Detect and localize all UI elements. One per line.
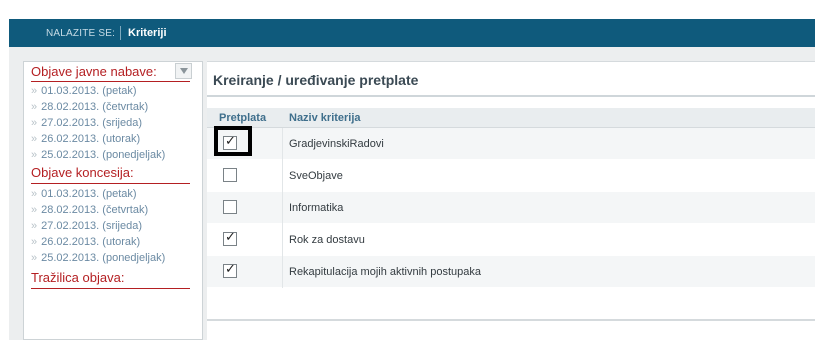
- filter-dropdown-icon[interactable]: [175, 63, 192, 79]
- sidebar-section-title-concessions[interactable]: Objave koncesija:: [31, 165, 134, 180]
- column-header-criteria-name: Naziv kriterija: [289, 112, 361, 124]
- sidebar-date-link[interactable]: » 25.02.2013. (ponedjeljak): [31, 252, 165, 264]
- subscription-checkbox[interactable]: ✓: [223, 262, 237, 278]
- breadcrumb-label: NALAZITE SE:: [46, 28, 116, 39]
- bullet-icon: »: [31, 236, 38, 248]
- criteria-name[interactable]: Rekapitulacija mojih aktivnih postupaka: [289, 266, 481, 278]
- bullet-icon: »: [31, 252, 38, 264]
- breadcrumb-separator: [120, 26, 121, 40]
- checkmark-icon: ✓: [225, 262, 236, 277]
- bullet-icon: »: [31, 149, 38, 161]
- sidebar-date-link[interactable]: » 28.02.2013. (četvrtak): [31, 101, 148, 113]
- bullet-icon: »: [31, 204, 38, 216]
- bullet-icon: »: [31, 85, 38, 97]
- table-header: Pretplata Naziv kriterija: [207, 108, 815, 128]
- table-row: ✓ GradjevinskiRadovi: [207, 126, 815, 160]
- bullet-icon: »: [31, 220, 38, 232]
- criteria-name[interactable]: Rok za dostavu: [289, 234, 365, 246]
- table-row: ✓ Rok za dostavu: [207, 224, 815, 256]
- section-underline: [31, 183, 190, 184]
- page-frame: NALAZITE SE: Kriteriji Objave javne naba…: [9, 19, 815, 340]
- sidebar-date-link[interactable]: » 27.02.2013. (srijeda): [31, 220, 142, 232]
- title-divider: [207, 95, 815, 97]
- subscription-checkbox[interactable]: [223, 200, 237, 214]
- table-row: ✓ Rekapitulacija mojih aktivnih postupak…: [207, 256, 815, 288]
- subscription-checkbox[interactable]: ✓: [223, 230, 237, 246]
- breadcrumb-current[interactable]: Kriteriji: [128, 27, 167, 39]
- main-panel: Kreiranje / uređivanje pretplate Pretpla…: [207, 61, 815, 340]
- top-header: NALAZITE SE: Kriteriji: [9, 19, 815, 47]
- bullet-icon: »: [31, 188, 38, 200]
- sidebar-date-link[interactable]: » 27.02.2013. (srijeda): [31, 117, 142, 129]
- criteria-name[interactable]: GradjevinskiRadovi: [289, 138, 384, 150]
- bullet-icon: »: [31, 101, 38, 113]
- sidebar-date-link[interactable]: » 25.02.2013. (ponedjeljak): [31, 149, 165, 161]
- page-title: Kreiranje / uređivanje pretplate: [213, 72, 419, 88]
- subscription-checkbox[interactable]: [223, 168, 237, 182]
- sidebar: Objave javne nabave: » 01.03.2013. (petak…: [23, 61, 203, 340]
- section-underline: [31, 288, 190, 289]
- highlight-box: [214, 126, 252, 156]
- column-header-subscription: Pretplata: [219, 112, 267, 124]
- sidebar-date-link[interactable]: » 01.03.2013. (petak): [31, 188, 137, 200]
- sidebar-section-title-search[interactable]: Tražilica objava:: [31, 270, 124, 285]
- bullet-icon: »: [31, 133, 38, 145]
- sidebar-section-title-tenders[interactable]: Objave javne nabave:: [31, 64, 157, 79]
- criteria-table: Pretplata Naziv kriterija ✓ Gradjevinski…: [207, 108, 815, 288]
- table-footer-divider: [207, 319, 815, 321]
- sidebar-date-link[interactable]: » 26.02.2013. (utorak): [31, 236, 140, 248]
- sidebar-date-link[interactable]: » 01.03.2013. (petak): [31, 85, 137, 97]
- sidebar-date-link[interactable]: » 28.02.2013. (četvrtak): [31, 204, 148, 216]
- table-row: Informatika: [207, 192, 815, 224]
- criteria-name[interactable]: Informatika: [289, 202, 343, 214]
- sidebar-date-link[interactable]: » 26.02.2013. (utorak): [31, 133, 140, 145]
- checkmark-icon: ✓: [225, 230, 236, 245]
- table-row: SveObjave: [207, 160, 815, 192]
- criteria-name[interactable]: SveObjave: [289, 170, 343, 182]
- section-underline: [31, 81, 190, 82]
- bullet-icon: »: [31, 117, 38, 129]
